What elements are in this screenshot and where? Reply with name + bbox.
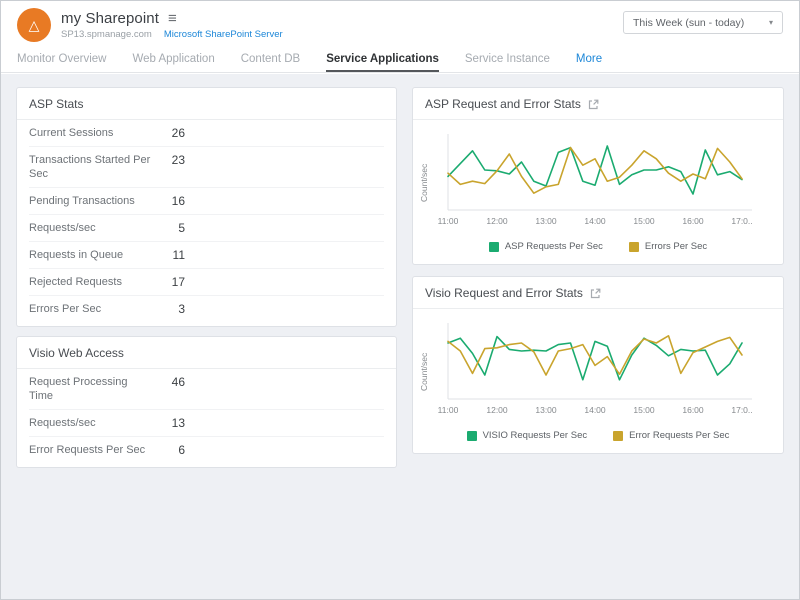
visio-stats-panel: Visio Web Access Request Processing Time…: [17, 337, 396, 467]
chart-plot-asp_chart: 11:00 12:00 13:00 14:00 15:00 16:00 17:0..: [432, 128, 768, 232]
chart-plot-visio_chart: 11:00 12:00 13:00 14:00 15:00 16:00 17:0..: [432, 317, 768, 421]
legend-swatch: [467, 431, 477, 441]
open-in-new-icon[interactable]: [590, 288, 601, 299]
chevron-down-icon: ▾: [769, 18, 773, 27]
stat-label: Current Sessions: [29, 126, 151, 140]
charts-column: ASP Request and Error Stats Count/sec 11…: [413, 88, 783, 585]
time-range-value: This Week (sun - today): [633, 17, 744, 29]
stat-label: Request Processing Time: [29, 375, 151, 403]
alert-triangle-icon: △: [29, 17, 40, 34]
svg-text:12:00: 12:00: [486, 216, 508, 226]
stat-row-request-processing-time: Request Processing Time 46: [29, 369, 384, 410]
stat-value: 11: [159, 248, 185, 262]
hamburger-menu-icon[interactable]: ≡: [168, 11, 177, 26]
legend-label: VISIO Requests Per Sec: [483, 430, 588, 441]
stat-value: 46: [159, 375, 185, 389]
stat-label: Requests/sec: [29, 221, 151, 235]
host-name: SP13.spmanage.com: [61, 29, 152, 40]
stat-row-requests-in-queue: Requests in Queue 11: [29, 242, 384, 269]
tab-content-db[interactable]: Content DB: [241, 49, 300, 72]
stat-value: 13: [159, 416, 185, 430]
app-window: △ my Sharepoint ≡ SP13.spmanage.com Micr…: [0, 0, 800, 600]
chart-legend: VISIO Requests Per Sec Error Requests Per…: [413, 426, 783, 453]
line-chart: 11:00 12:00 13:00 14:00 15:00 16:00 17:0..: [432, 317, 768, 426]
stat-value: 6: [159, 443, 185, 457]
legend-item-visio-requests-per-sec[interactable]: VISIO Requests Per Sec: [467, 430, 588, 441]
stat-value: 5: [159, 221, 185, 235]
open-in-new-icon[interactable]: [588, 99, 599, 110]
svg-text:13:00: 13:00: [535, 216, 557, 226]
svg-text:12:00: 12:00: [486, 405, 508, 415]
stat-label: Requests in Queue: [29, 248, 151, 262]
svg-text:11:00: 11:00: [438, 216, 459, 226]
stat-value: 26: [159, 126, 185, 140]
stat-label: Error Requests Per Sec: [29, 443, 151, 457]
tab-web-application[interactable]: Web Application: [132, 49, 214, 72]
svg-text:16:00: 16:00: [682, 216, 704, 226]
svg-text:17:0..: 17:0..: [731, 405, 752, 415]
svg-text:14:00: 14:00: [584, 216, 606, 226]
svg-text:13:00: 13:00: [535, 405, 557, 415]
visio-chart-panel: Visio Request and Error Stats Count/sec …: [413, 277, 783, 453]
header-text: my Sharepoint ≡ SP13.spmanage.com Micros…: [61, 10, 283, 40]
svg-text:17:0..: 17:0..: [731, 216, 752, 226]
visio-stats-rows: Request Processing Time 46 Requests/sec 13 E…: [17, 369, 396, 467]
asp-chart-panel: ASP Request and Error Stats Count/sec 11…: [413, 88, 783, 264]
legend-swatch: [489, 242, 499, 252]
sharepoint-alert-icon: △: [17, 8, 51, 42]
svg-text:14:00: 14:00: [584, 405, 606, 415]
stat-row-errors-per-sec: Errors Per Sec 3: [29, 296, 384, 322]
svg-text:15:00: 15:00: [633, 405, 655, 415]
visio-stats-title: Visio Web Access: [29, 346, 124, 360]
visio-chart-title: Visio Request and Error Stats: [425, 286, 583, 300]
chart-legend: ASP Requests Per Sec Errors Per Sec: [413, 237, 783, 264]
stat-row-pending-transactions: Pending Transactions 16: [29, 188, 384, 215]
svg-text:16:00: 16:00: [682, 405, 704, 415]
legend-item-error-requests-per-sec[interactable]: Error Requests Per Sec: [613, 430, 729, 441]
y-axis-label: Count/sec: [419, 327, 432, 417]
stat-row-transactions-started-per-sec: Transactions Started Per Sec 23: [29, 147, 384, 188]
stat-label: Requests/sec: [29, 416, 151, 430]
stat-row-requests-sec: Requests/sec 5: [29, 215, 384, 242]
stat-row-error-requests-per-sec: Error Requests Per Sec 6: [29, 437, 384, 463]
stats-column: ASP Stats Current Sessions 26 Transactions…: [17, 88, 396, 585]
line-chart: 11:00 12:00 13:00 14:00 15:00 16:00 17:0..: [432, 128, 768, 237]
legend-item-asp-requests-per-sec[interactable]: ASP Requests Per Sec: [489, 241, 603, 252]
stat-value: 23: [159, 153, 185, 167]
legend-swatch: [613, 431, 623, 441]
dashboard-content: ASP Stats Current Sessions 26 Transactions…: [1, 74, 799, 599]
stat-value: 16: [159, 194, 185, 208]
y-axis-label: Count/sec: [419, 138, 432, 228]
stat-label: Errors Per Sec: [29, 302, 151, 316]
stat-row-rejected-requests: Rejected Requests 17: [29, 269, 384, 296]
tab-bar: Monitor Overview Web Application Content D…: [1, 49, 799, 73]
tab-monitor-overview[interactable]: Monitor Overview: [17, 49, 106, 72]
asp-stats-panel: ASP Stats Current Sessions 26 Transactions…: [17, 88, 396, 326]
asp-chart-title: ASP Request and Error Stats: [425, 97, 581, 111]
stat-label: Rejected Requests: [29, 275, 151, 289]
stat-label: Transactions Started Per Sec: [29, 153, 151, 181]
server-type-link[interactable]: Microsoft SharePoint Server: [164, 29, 283, 40]
tab-more[interactable]: More: [576, 49, 602, 72]
page-title: my Sharepoint: [61, 10, 159, 27]
svg-text:15:00: 15:00: [633, 216, 655, 226]
legend-label: Errors Per Sec: [645, 241, 707, 252]
legend-swatch: [629, 242, 639, 252]
asp-stats-rows: Current Sessions 26 Transactions Started P…: [17, 120, 396, 326]
tab-service-applications[interactable]: Service Applications: [326, 49, 439, 72]
stat-row-requests-sec: Requests/sec 13: [29, 410, 384, 437]
time-range-select[interactable]: This Week (sun - today) ▾: [623, 11, 783, 34]
stat-value: 17: [159, 275, 185, 289]
stat-label: Pending Transactions: [29, 194, 151, 208]
stat-value: 3: [159, 302, 185, 316]
stat-row-current-sessions: Current Sessions 26: [29, 120, 384, 147]
asp-stats-title: ASP Stats: [29, 97, 83, 111]
legend-item-errors-per-sec[interactable]: Errors Per Sec: [629, 241, 707, 252]
svg-text:11:00: 11:00: [438, 405, 459, 415]
tab-service-instance[interactable]: Service Instance: [465, 49, 550, 72]
top-bar: △ my Sharepoint ≡ SP13.spmanage.com Micr…: [1, 1, 799, 49]
legend-label: ASP Requests Per Sec: [505, 241, 603, 252]
legend-label: Error Requests Per Sec: [629, 430, 729, 441]
